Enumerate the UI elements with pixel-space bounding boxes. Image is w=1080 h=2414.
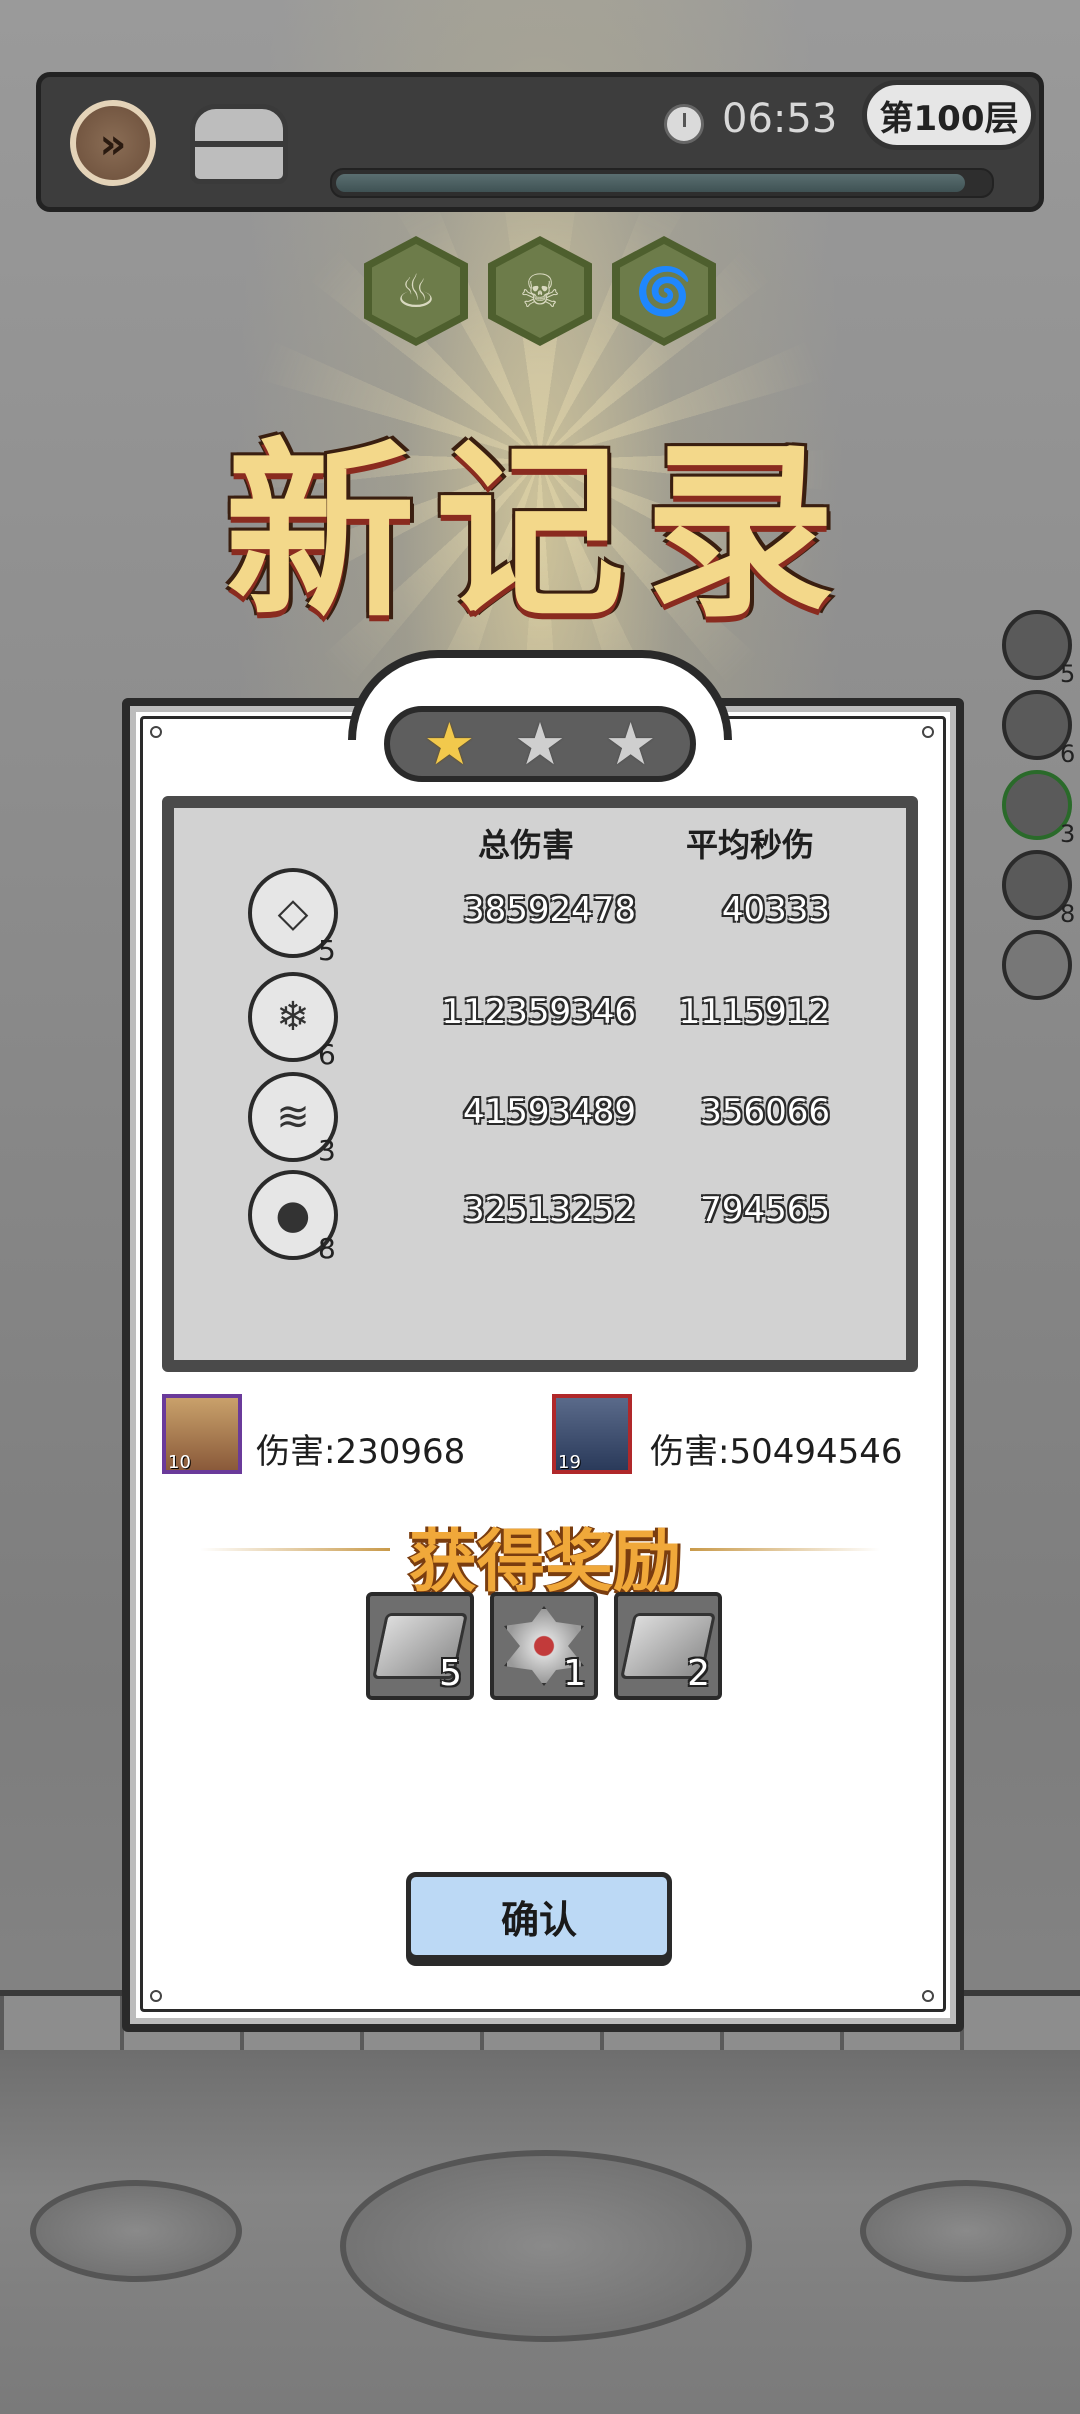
hero-damage: 伤害:50494546 <box>650 1432 903 1472</box>
avg-dps: 794565 <box>700 1190 830 1230</box>
gear-ore-icon[interactable]: 1 <box>490 1592 598 1700</box>
avg-dps: 1115912 <box>678 992 830 1032</box>
skill-level: 8 <box>318 1232 336 1265</box>
confirm-button[interactable]: 确认 <box>406 1872 672 1960</box>
well-ring-left <box>30 2180 242 2282</box>
reward-title-deco-right <box>690 1548 880 1551</box>
hero-level: 10 <box>168 1452 191 1473</box>
star-empty-icon: ★ <box>513 710 566 778</box>
skill-level: 3 <box>318 1134 336 1167</box>
avg-dps: 40333 <box>721 890 830 930</box>
reward-count: 1 <box>563 1653 586 1694</box>
wave-progress-bar <box>330 168 994 198</box>
reward-count: 5 <box>439 1653 462 1694</box>
side-skill-level: 5 <box>1060 660 1076 688</box>
new-record-title: 新记录 <box>224 420 855 643</box>
timer: 06:53 <box>722 96 838 142</box>
corner-dot <box>150 726 162 738</box>
corner-dot <box>922 1990 934 2002</box>
corner-dot <box>150 1990 162 2002</box>
level-badge: 第100层 <box>862 80 1036 150</box>
wave-progress-fill <box>336 174 965 192</box>
reward-count: 2 <box>687 1653 710 1694</box>
side-skill-level: 6 <box>1060 740 1076 768</box>
avg-dps-header: 平均秒伤 <box>686 826 815 864</box>
star-filled-icon: ★ <box>423 710 476 778</box>
side-skill-empty-slot <box>1002 930 1072 1000</box>
reward-title: 获得奖励 <box>408 1522 681 1602</box>
fast-forward-icon[interactable]: » <box>70 100 156 186</box>
side-skill-level: 3 <box>1060 820 1076 848</box>
well-ring-right <box>860 2180 1072 2282</box>
silver-ore-icon[interactable]: 2 <box>614 1592 722 1700</box>
silver-ore-icon[interactable]: 5 <box>366 1592 474 1700</box>
reward-title-deco-left <box>200 1548 390 1551</box>
star-empty-icon: ★ <box>604 710 657 778</box>
star-rating: ★ ★ ★ <box>384 706 696 782</box>
clock-icon <box>664 104 704 144</box>
hero-damage: 伤害:230968 <box>256 1432 466 1472</box>
hero-level: 19 <box>558 1452 581 1473</box>
corner-dot <box>922 726 934 738</box>
avg-dps: 356066 <box>700 1092 830 1132</box>
chest-icon[interactable] <box>190 104 288 184</box>
skill-level: 5 <box>318 934 336 967</box>
total-damage-header: 总伤害 <box>478 826 575 864</box>
side-skill-level: 8 <box>1060 900 1076 928</box>
skill-level: 6 <box>318 1038 336 1071</box>
well-ring <box>340 2150 752 2342</box>
